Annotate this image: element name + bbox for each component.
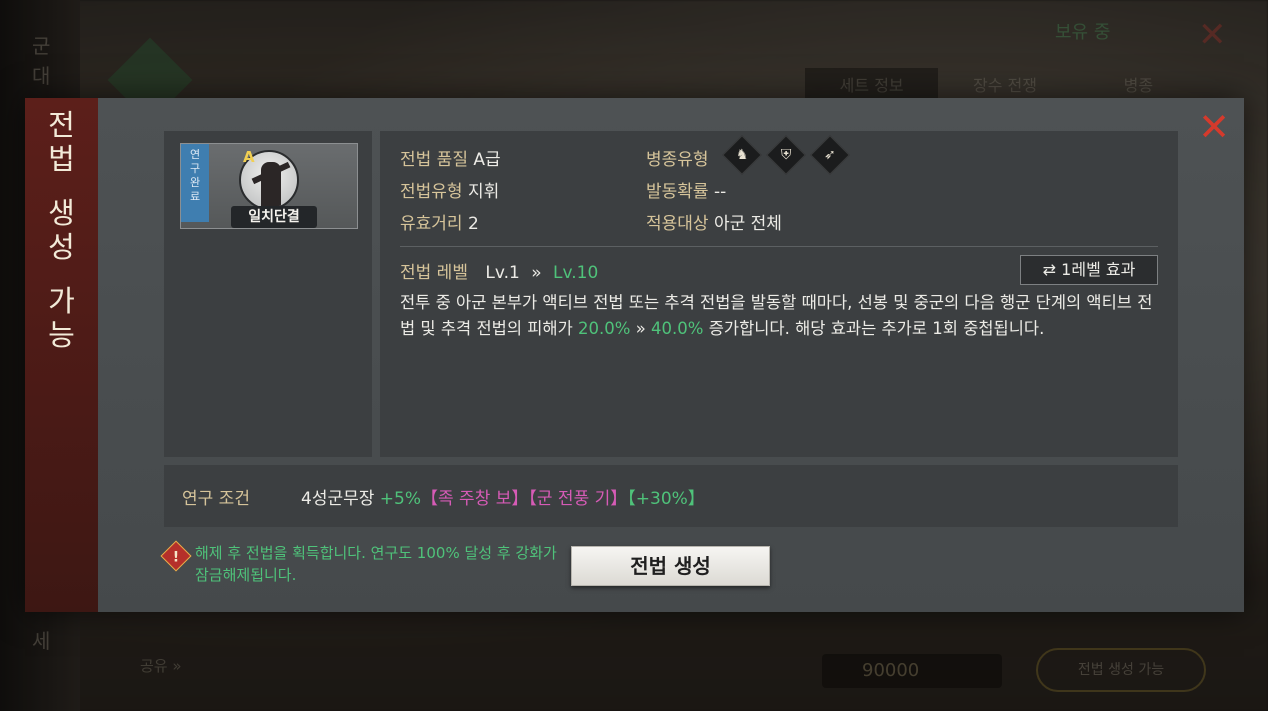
side-title-char: 성 <box>48 230 75 264</box>
rate-label: 발동확률 <box>646 182 709 202</box>
condition-label: 연구 조건 <box>182 489 250 509</box>
type-label: 전법유형 <box>400 182 463 202</box>
condition-general: 4성군무장 <box>301 489 375 509</box>
troop-icons: ♞ ⛨ ➶ <box>722 135 850 175</box>
level-current: Lv.1 <box>485 263 520 283</box>
side-title-char: 법 <box>48 142 75 176</box>
side-title-char: 생 <box>48 196 75 230</box>
ribbon-char: 료 <box>189 190 201 203</box>
condition-bonus: +5% <box>379 489 422 509</box>
quality-label: 전법 품질 <box>400 150 468 170</box>
quality-row: 전법 품질 A급 <box>400 145 501 170</box>
swap-icon: ⇄ <box>1042 260 1057 279</box>
rate-value: -- <box>713 182 727 202</box>
level-row: 전법 레벨 Lv.1 » Lv.10 <box>400 258 598 283</box>
tactic-grade-badge: A <box>243 148 255 166</box>
rate-row: 발동확률 -- <box>646 177 726 202</box>
troop-row: 병종유형 <box>646 145 709 170</box>
create-tactic-button[interactable]: 전법 생성 <box>571 546 770 586</box>
level-arrow: » <box>531 263 542 283</box>
ribbon-char: 완 <box>189 176 201 189</box>
type-row: 전법유형 지휘 <box>400 177 499 202</box>
bow-icon: ➶ <box>810 135 850 175</box>
cavalry-icon: ♞ <box>722 135 762 175</box>
level-effect-toggle-label: 1레벨 효과 <box>1061 260 1136 279</box>
troop-label: 병종유형 <box>646 150 709 170</box>
side-title: 전 법 생 성 가 능 <box>25 108 98 352</box>
side-title-char: 능 <box>48 318 75 352</box>
target-row: 적용대상 아군 전체 <box>646 209 782 234</box>
condition-tag: 【군 전풍 기】 <box>528 489 628 509</box>
tactic-create-modal: 전 법 생 성 가 능 ✕ 연 구 완 료 A 일치단결 전법 품질 A급 전법… <box>25 98 1244 612</box>
tactic-card[interactable]: 연 구 완 료 A 일치단결 <box>180 143 358 229</box>
type-value: 지휘 <box>467 182 500 202</box>
level-effect-toggle-button[interactable]: ⇄ 1레벨 효과 <box>1020 255 1158 285</box>
side-title-char: 가 <box>48 284 75 318</box>
close-icon[interactable]: ✕ <box>1197 108 1231 146</box>
description-arrow: » <box>630 319 652 338</box>
range-label: 유효거리 <box>400 214 463 234</box>
unlock-notice: 해제 후 전법을 획득합니다. 연구도 100% 달성 후 강화가 잠금해제됩니… <box>195 544 557 584</box>
tactic-name: 일치단결 <box>231 206 317 228</box>
level-max: Lv.10 <box>553 263 599 283</box>
description-text: 증가합니다. 해당 효과는 추가로 1회 중첩됩니다. <box>703 319 1045 338</box>
tactic-info-panel: 전법 품질 A급 전법유형 지휘 유효거리 2 병종유형 ♞ ⛨ ➶ 발동확률 … <box>380 131 1178 457</box>
tactic-description: 전투 중 아군 본부가 액티브 전법 또는 추격 전법을 발동할 때마다, 선봉… <box>400 290 1162 342</box>
level-label: 전법 레벨 <box>400 263 468 283</box>
tactic-card-panel: 연 구 완 료 A 일치단결 <box>164 131 372 457</box>
research-complete-ribbon: 연 구 완 료 <box>181 144 209 222</box>
warning-icon: ! <box>160 540 192 572</box>
condition-tag: 【족 주창 보】 <box>421 489 529 509</box>
condition-bonus: 【+30%】 <box>627 489 705 509</box>
side-title-char: 전 <box>48 108 75 142</box>
range-row: 유효거리 2 <box>400 209 479 234</box>
condition-body: 4성군무장 +5%【족 주창 보】【군 전풍 기】【+30%】 <box>301 484 705 509</box>
range-value: 2 <box>467 214 479 234</box>
target-label: 적용대상 <box>646 214 709 234</box>
description-value-to: 40.0% <box>651 319 704 338</box>
ribbon-char: 연 <box>189 148 201 161</box>
target-value: 아군 전체 <box>713 214 782 234</box>
modal-side-banner: 전 법 생 성 가 능 <box>25 98 98 612</box>
quality-value: A급 <box>473 150 501 170</box>
shield-icon: ⛨ <box>766 135 806 175</box>
description-value-from: 20.0% <box>578 319 631 338</box>
ribbon-char: 구 <box>189 162 201 175</box>
divider <box>400 246 1158 247</box>
research-condition-panel: 연구 조건 4성군무장 +5%【족 주창 보】【군 전풍 기】【+30%】 <box>164 465 1178 527</box>
